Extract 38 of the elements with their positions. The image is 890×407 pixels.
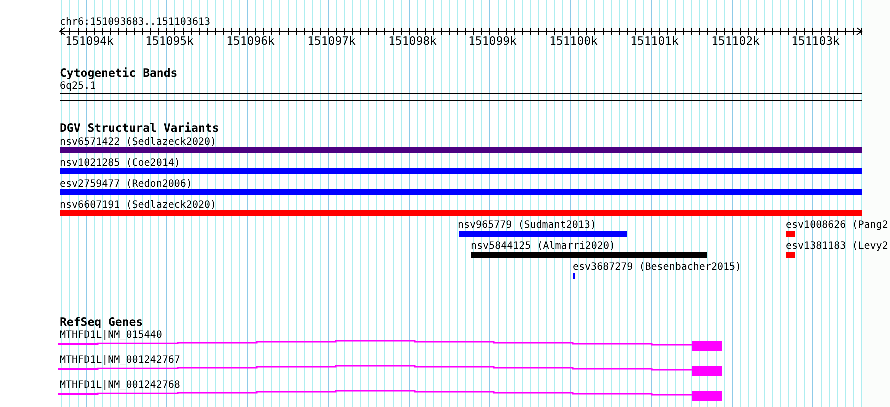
variant-bar[interactable] (459, 231, 627, 237)
variant-label: nsv1021285 (Coe2014) (60, 158, 180, 169)
gene-model[interactable] (58, 365, 722, 376)
gene-model[interactable] (58, 390, 722, 401)
tick-label: 151094k (66, 34, 114, 48)
tick-label: 151102k (712, 34, 760, 48)
gene-label: MTHFD1L|NM_001242768 (60, 380, 180, 391)
variant-label: nsv6607191 (Sedlazeck2020) (60, 200, 217, 211)
variant-bar[interactable] (471, 252, 707, 258)
tick-label: 151100k (550, 34, 598, 48)
variant-label: esv1008626 (Pang2 (786, 220, 888, 231)
tick-label: 151096k (226, 34, 275, 48)
variant-bar[interactable] (60, 210, 862, 216)
tick-label: 151098k (388, 34, 437, 48)
track-title: RefSeq Genes (60, 315, 144, 329)
tick-label: 151095k (146, 34, 194, 48)
variant-bar[interactable] (60, 189, 862, 195)
variant-label: nsv5844125 (Almarri2020) (471, 241, 616, 252)
variant-bar[interactable] (60, 168, 862, 174)
variant-bar[interactable] (60, 147, 862, 153)
gene-label: MTHFD1L|NM_015440 (60, 330, 162, 341)
variant-bar[interactable] (786, 231, 795, 237)
tick-label: 151099k (468, 34, 517, 48)
band-label: 6q25.1 (60, 81, 96, 92)
track-title: Cytogenetic Bands (60, 66, 178, 80)
gene-model[interactable] (58, 340, 722, 351)
variant-label: esv3687279 (Besenbacher2015) (573, 262, 742, 273)
gene-label: MTHFD1L|NM_001242767 (60, 355, 180, 366)
location-label: chr6:151093683..151103613 (60, 17, 211, 28)
variant-label: esv2759477 (Redon2006) (60, 179, 192, 190)
tick-label: 151101k (630, 34, 679, 48)
tick-label: 151097k (308, 34, 356, 48)
track-title: DGV Structural Variants (60, 121, 220, 135)
variant-label: nsv6571422 (Sedlazeck2020) (60, 137, 217, 148)
variant-label: nsv965779 (Sudmant2013) (458, 220, 596, 231)
variant-bar[interactable] (786, 252, 795, 258)
variant-label: esv1381183 (Levy2 (786, 241, 888, 252)
tick-label: 151103k (792, 34, 840, 48)
